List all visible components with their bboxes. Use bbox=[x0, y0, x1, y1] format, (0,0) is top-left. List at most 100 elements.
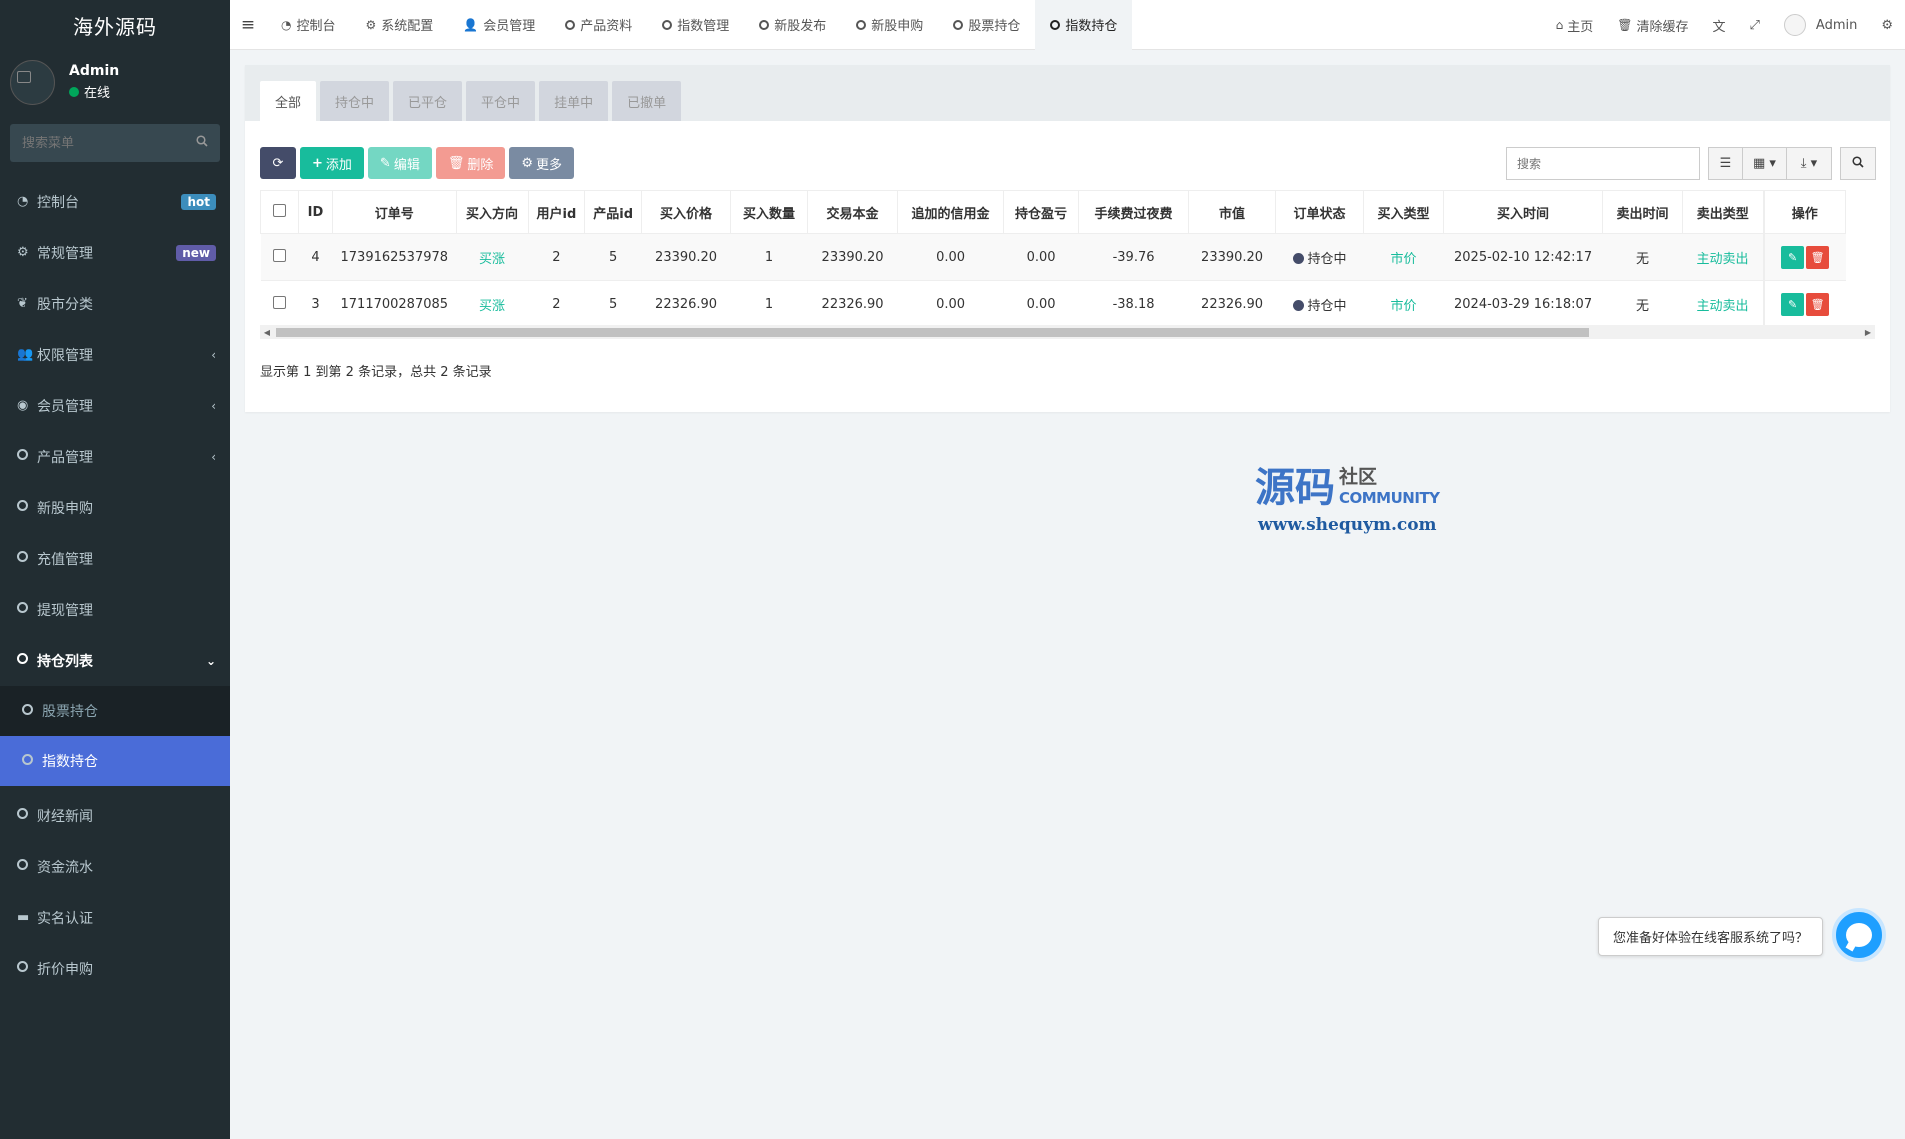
circle-icon bbox=[17, 859, 37, 874]
cell-direction[interactable]: 买涨 bbox=[456, 280, 529, 328]
sidebar-item-dashboard[interactable]: ◔ 控制台 hot bbox=[0, 176, 230, 227]
circle-icon bbox=[953, 18, 964, 32]
table-right-tools: ☰ ▦ ▾ ⤓ ▾ bbox=[1506, 147, 1876, 180]
menu-search-input[interactable] bbox=[22, 135, 182, 151]
sidebar-item-products[interactable]: 产品管理 ‹ bbox=[0, 431, 230, 482]
filter-tab-cancelled[interactable]: 已撤单 bbox=[612, 81, 682, 121]
tab-stock-positions[interactable]: 股票持仓 bbox=[938, 0, 1035, 50]
user-menu[interactable]: Admin bbox=[1772, 0, 1869, 50]
cell-sell-type[interactable]: 主动卖出 bbox=[1682, 280, 1764, 328]
sidebar-item-general[interactable]: ⚙ 常规管理 new bbox=[0, 227, 230, 278]
row-checkbox[interactable] bbox=[273, 295, 286, 309]
scroll-left-icon[interactable]: ◀ bbox=[260, 325, 274, 339]
tab-index-manage[interactable]: 指数管理 bbox=[647, 0, 744, 50]
watermark-logo: 源码 社区 COMMUNITY www.shequym.com bbox=[1255, 455, 1440, 535]
chat-tooltip[interactable]: 您准备好体验在线客服系统了吗？ bbox=[1598, 917, 1824, 956]
column-header[interactable]: 买入类型 bbox=[1363, 190, 1445, 234]
filter-tab-holding[interactable]: 持仓中 bbox=[320, 81, 390, 121]
column-header[interactable]: ID bbox=[298, 190, 333, 234]
column-header[interactable]: 追加的信用金 bbox=[897, 190, 1005, 234]
menu-toggle-icon[interactable]: ≡ bbox=[230, 0, 266, 50]
edit-row-button[interactable]: ✎ bbox=[1781, 292, 1805, 316]
cell-order-no: 1711700287085 bbox=[332, 280, 457, 328]
sidebar-item-permissions[interactable]: 👥 权限管理 ‹ bbox=[0, 329, 230, 380]
tab-index-positions[interactable]: 指数持仓 bbox=[1035, 0, 1133, 50]
advanced-search-button[interactable] bbox=[1840, 147, 1876, 180]
column-header[interactable]: 产品id bbox=[584, 190, 643, 234]
table-search-input[interactable] bbox=[1506, 147, 1700, 180]
sidebar-item-recharge[interactable]: 充值管理 bbox=[0, 533, 230, 584]
sidebar-item-ipo[interactable]: 新股申购 bbox=[0, 482, 230, 533]
export-icon: ⤓ ▾ bbox=[1800, 156, 1818, 171]
column-header[interactable]: 买入价格 bbox=[641, 190, 732, 234]
sidebar-item-withdraw[interactable]: 提现管理 bbox=[0, 584, 230, 635]
tab-ipo-publish[interactable]: 新股发布 bbox=[744, 0, 841, 50]
column-header[interactable]: 用户id bbox=[527, 190, 586, 234]
clear-cache-button[interactable]: 🗑 清除缓存 bbox=[1605, 0, 1700, 50]
horizontal-scrollbar[interactable]: ◀ ▶ bbox=[260, 325, 1875, 339]
filter-tab-closed[interactable]: 已平仓 bbox=[393, 81, 463, 121]
sidebar-item-index-positions[interactable]: 指数持仓 bbox=[0, 736, 230, 786]
refresh-button[interactable]: ⟳ bbox=[260, 147, 296, 179]
users-icon: 👥 bbox=[17, 347, 34, 362]
tab-dashboard[interactable]: ◔ 控制台 bbox=[266, 0, 351, 50]
tab-products[interactable]: 产品资料 bbox=[550, 0, 647, 50]
cell-buy-type[interactable]: 市价 bbox=[1363, 280, 1444, 328]
column-header[interactable]: 订单状态 bbox=[1275, 190, 1365, 234]
delete-row-button[interactable]: 🗑 bbox=[1806, 245, 1830, 269]
column-header[interactable]: 市值 bbox=[1188, 190, 1277, 234]
row-checkbox[interactable] bbox=[273, 248, 286, 262]
toggle-view-button[interactable]: ☰ bbox=[1708, 147, 1742, 180]
column-header[interactable]: 持仓盈亏 bbox=[1003, 190, 1080, 234]
delete-row-button[interactable]: 🗑 bbox=[1806, 292, 1830, 316]
pencil-icon: ✎ bbox=[379, 155, 391, 171]
delete-button[interactable]: 🗑 删除 bbox=[435, 147, 506, 179]
more-button[interactable]: ⚙ 更多 bbox=[509, 147, 575, 179]
filter-tab-all[interactable]: 全部 bbox=[260, 81, 317, 121]
tab-members[interactable]: 👤 会员管理 bbox=[448, 0, 550, 50]
tab-ipo-subscribe[interactable]: 新股申购 bbox=[841, 0, 938, 50]
column-header[interactable]: 卖出时间 bbox=[1602, 190, 1684, 234]
columns-button[interactable]: ▦ ▾ bbox=[1742, 147, 1786, 180]
filter-tab-closing[interactable]: 平仓中 bbox=[466, 81, 536, 121]
sidebar-item-news[interactable]: 财经新闻 bbox=[0, 790, 230, 841]
scrollbar-thumb[interactable] bbox=[276, 328, 1589, 337]
status-filter-tabs: 全部 持仓中 已平仓 平仓中 挂单中 已撤单 bbox=[245, 65, 1890, 121]
user-circle-icon: ◉ bbox=[17, 398, 29, 413]
cell-buy-price: 23390.20 bbox=[641, 233, 731, 281]
fullscreen-icon[interactable]: ⤢ bbox=[1738, 0, 1772, 50]
edit-button[interactable]: ✎ 编辑 bbox=[367, 147, 432, 179]
column-header[interactable]: 订单号 bbox=[332, 190, 457, 234]
search-icon[interactable] bbox=[196, 135, 208, 151]
home-link[interactable]: ⌂ 主页 bbox=[1544, 0, 1606, 50]
cell-principal: 23390.20 bbox=[807, 233, 898, 281]
cell-sell-type[interactable]: 主动卖出 bbox=[1682, 233, 1764, 281]
positions-submenu: 股票持仓 指数持仓 bbox=[0, 686, 230, 786]
scroll-right-icon[interactable]: ▶ bbox=[1861, 325, 1875, 339]
tab-system-config[interactable]: ⚙ 系统配置 bbox=[351, 0, 449, 50]
sidebar-item-discount[interactable]: 折价申购 bbox=[0, 943, 230, 994]
sidebar-item-positions[interactable]: 持仓列表 ⌄ bbox=[0, 635, 230, 686]
settings-gear-icon[interactable]: ⚙ bbox=[1869, 0, 1905, 50]
chat-button[interactable] bbox=[1832, 908, 1886, 962]
column-header[interactable]: 卖出类型 bbox=[1682, 190, 1765, 234]
sidebar-item-members[interactable]: ◉ 会员管理 ‹ bbox=[0, 380, 230, 431]
app-logo[interactable]: 海外源码 bbox=[0, 0, 230, 50]
export-button[interactable]: ⤓ ▾ bbox=[1786, 147, 1832, 180]
sidebar-item-kyc[interactable]: ▬ 实名认证 bbox=[0, 892, 230, 943]
sidebar-item-market-category[interactable]: ❦ 股市分类 bbox=[0, 278, 230, 329]
filter-tab-pending[interactable]: 挂单中 bbox=[539, 81, 609, 121]
column-header[interactable]: 买入方向 bbox=[455, 190, 529, 234]
add-button[interactable]: + 添加 bbox=[300, 147, 364, 179]
sidebar-item-stock-positions[interactable]: 股票持仓 bbox=[0, 686, 230, 736]
edit-row-button[interactable]: ✎ bbox=[1781, 245, 1805, 269]
column-header[interactable]: 买入数量 bbox=[730, 190, 809, 234]
column-header[interactable]: 买入时间 bbox=[1443, 190, 1604, 234]
cell-buy-type[interactable]: 市价 bbox=[1363, 233, 1444, 281]
cell-direction[interactable]: 买涨 bbox=[456, 233, 529, 281]
column-header[interactable]: 手续费过夜费 bbox=[1078, 190, 1190, 234]
language-icon[interactable]: 文 bbox=[1700, 0, 1737, 50]
column-header[interactable]: 交易本金 bbox=[807, 190, 899, 234]
sidebar-item-cashflow[interactable]: 资金流水 bbox=[0, 841, 230, 892]
select-all-checkbox[interactable] bbox=[273, 203, 286, 217]
